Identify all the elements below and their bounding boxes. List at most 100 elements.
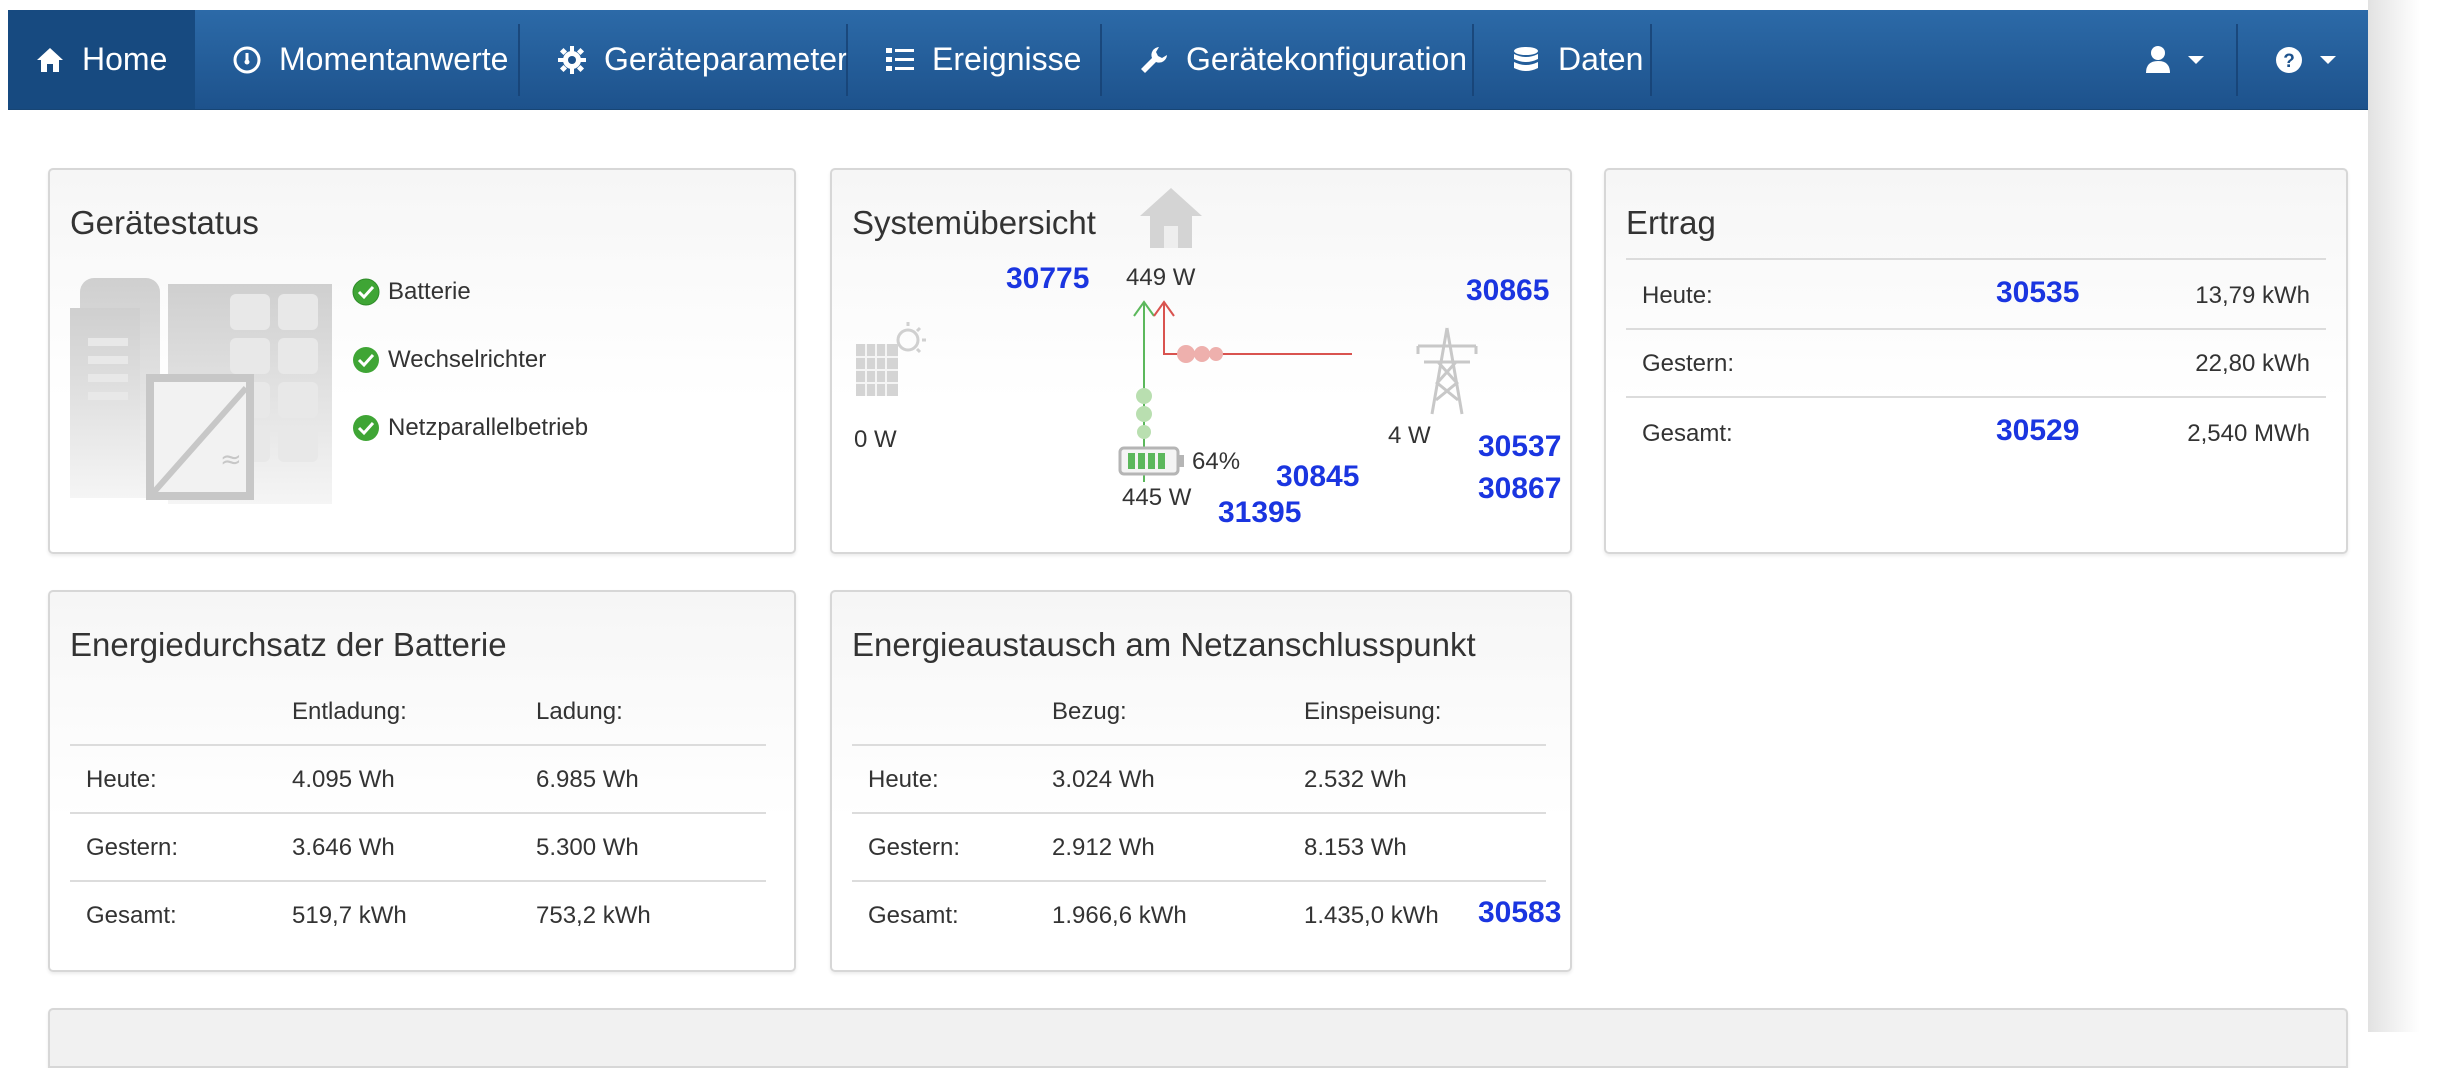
row-label: Heute: (1642, 282, 1713, 309)
check-circle-icon (353, 415, 379, 441)
nav-geraeteparameter[interactable]: Geräteparameter (530, 10, 874, 109)
row-label: Gesamt: (868, 902, 959, 929)
column-header: Einspeisung: (1304, 698, 1442, 725)
discharge-value: 4.095 Wh (292, 766, 395, 793)
svg-text:≈: ≈ (220, 445, 242, 475)
discharge-value: 3.646 Wh (292, 834, 395, 861)
divider (852, 744, 1546, 746)
row-value: 13,79 kWh (2195, 282, 2310, 309)
charge-value: 753,2 kWh (536, 902, 651, 929)
pv-power-value: 0 W (854, 426, 897, 453)
chevron-down-icon (2320, 55, 2336, 64)
nav-daten[interactable]: Daten (1484, 10, 1669, 109)
device-status-panel: Gerätestatus ≈ Batterie Wechselrichter N… (48, 168, 796, 554)
nav-daten-label: Daten (1558, 41, 1644, 77)
status-item-batterie: Batterie (352, 278, 471, 306)
nav-divider (1472, 24, 1474, 96)
gauge-icon (231, 44, 263, 76)
row-label: Gesamt: (86, 902, 177, 929)
charge-value: 5.300 Wh (536, 834, 639, 861)
panel-title: Gerätestatus (70, 204, 259, 241)
help-menu[interactable]: ? (2248, 10, 2358, 109)
nav-divider (1650, 24, 1652, 96)
register-ref: 30529 (1996, 414, 2080, 447)
row-label: Gesamt: (1642, 420, 1733, 447)
nav-ereignisse-label: Ereignisse (932, 41, 1082, 77)
import-value: 2.912 Wh (1052, 834, 1155, 861)
solar-panel-icon (856, 322, 926, 396)
top-navbar: Home Momentanwerte Geräteparameter Ereig… (8, 10, 2368, 110)
power-pylon-icon (1416, 327, 1478, 415)
nav-home[interactable]: Home (8, 10, 195, 109)
database-icon (1510, 44, 1542, 76)
register-ref: 30775 (1006, 262, 1090, 295)
svg-text:?: ? (2283, 51, 2295, 72)
list-icon (884, 44, 916, 76)
user-menu[interactable] (2118, 10, 2226, 109)
nav-geraetekonfiguration[interactable]: Gerätekonfiguration (1112, 10, 1493, 109)
battery-icon (1118, 446, 1184, 476)
row-value: 2,540 MWh (2187, 420, 2310, 447)
check-circle-icon (352, 278, 380, 306)
grid-exchange-panel: Energieaustausch am Netzanschlusspunkt B… (830, 590, 1572, 972)
row-value: 22,80 kWh (2195, 350, 2310, 377)
register-ref: 30845 (1276, 460, 1360, 493)
divider (1626, 396, 2326, 398)
nav-home-label: Home (82, 41, 168, 77)
divider (1626, 258, 2326, 260)
register-ref: 30537 (1478, 430, 1562, 463)
panel-title: Energiedurchsatz der Batterie (70, 626, 507, 663)
gear-icon (556, 44, 588, 76)
wrench-icon (1138, 44, 1170, 76)
import-value: 3.024 Wh (1052, 766, 1155, 793)
house-icon (1140, 188, 1202, 248)
divider (70, 880, 766, 882)
nav-divider (518, 24, 520, 96)
system-overview-panel: Systemübersicht 449 W 0 W 4 W 64% 445 W … (830, 168, 1572, 554)
divider (852, 812, 1546, 814)
divider (70, 744, 766, 746)
battery-soc-value: 64% (1192, 448, 1241, 475)
nav-divider (2236, 24, 2238, 96)
register-ref: 30583 (1478, 896, 1562, 929)
divider (70, 812, 766, 814)
charge-value: 6.985 Wh (536, 766, 639, 793)
status-label: Batterie (388, 278, 471, 305)
nav-geraetekonfiguration-label: Gerätekonfiguration (1186, 41, 1468, 77)
battery-throughput-panel: Energiedurchsatz der Batterie Entladung:… (48, 590, 796, 972)
status-label: Netzparallelbetrieb (388, 414, 589, 441)
grid-power-value: 4 W (1388, 422, 1431, 449)
status-item-netzparallelbetrieb: Netzparallelbetrieb (352, 414, 588, 442)
row-label: Heute: (86, 766, 157, 793)
battery-power-value: 445 W (1122, 484, 1192, 511)
nav-ereignisse[interactable]: Ereignisse (858, 10, 1107, 109)
column-header: Ladung: (536, 698, 623, 725)
column-header: Entladung: (292, 698, 407, 725)
house-power-value: 449 W (1126, 264, 1196, 291)
register-ref: 31395 (1218, 496, 1302, 529)
row-label: Gestern: (86, 834, 179, 861)
export-value: 1.435,0 kWh (1304, 902, 1439, 929)
register-ref: 30867 (1478, 472, 1562, 505)
divider (1626, 328, 2326, 330)
nav-momentanwerte[interactable]: Momentanwerte (205, 10, 534, 109)
row-label: Gestern: (868, 834, 961, 861)
help-icon: ? (2274, 44, 2304, 76)
home-icon (34, 44, 66, 76)
chevron-down-icon (2188, 55, 2204, 64)
nav-geraeteparameter-label: Geräteparameter (604, 41, 848, 77)
nav-divider (846, 24, 848, 96)
export-value: 2.532 Wh (1304, 766, 1407, 793)
register-ref: 30535 (1996, 276, 2080, 309)
column-header: Bezug: (1052, 698, 1127, 725)
status-item-wechselrichter: Wechselrichter (352, 346, 546, 374)
panel-title: Systemübersicht (852, 204, 1096, 241)
status-label: Wechselrichter (388, 346, 547, 373)
check-circle-icon (353, 347, 379, 373)
device-illustration-icon: ≈ (70, 278, 332, 504)
register-ref: 30865 (1466, 274, 1550, 307)
row-label: Gestern: (1642, 350, 1735, 377)
lower-panel (48, 1008, 2348, 1068)
panel-title: Energieaustausch am Netzanschlusspunkt (852, 626, 1476, 663)
export-value: 8.153 Wh (1304, 834, 1407, 861)
